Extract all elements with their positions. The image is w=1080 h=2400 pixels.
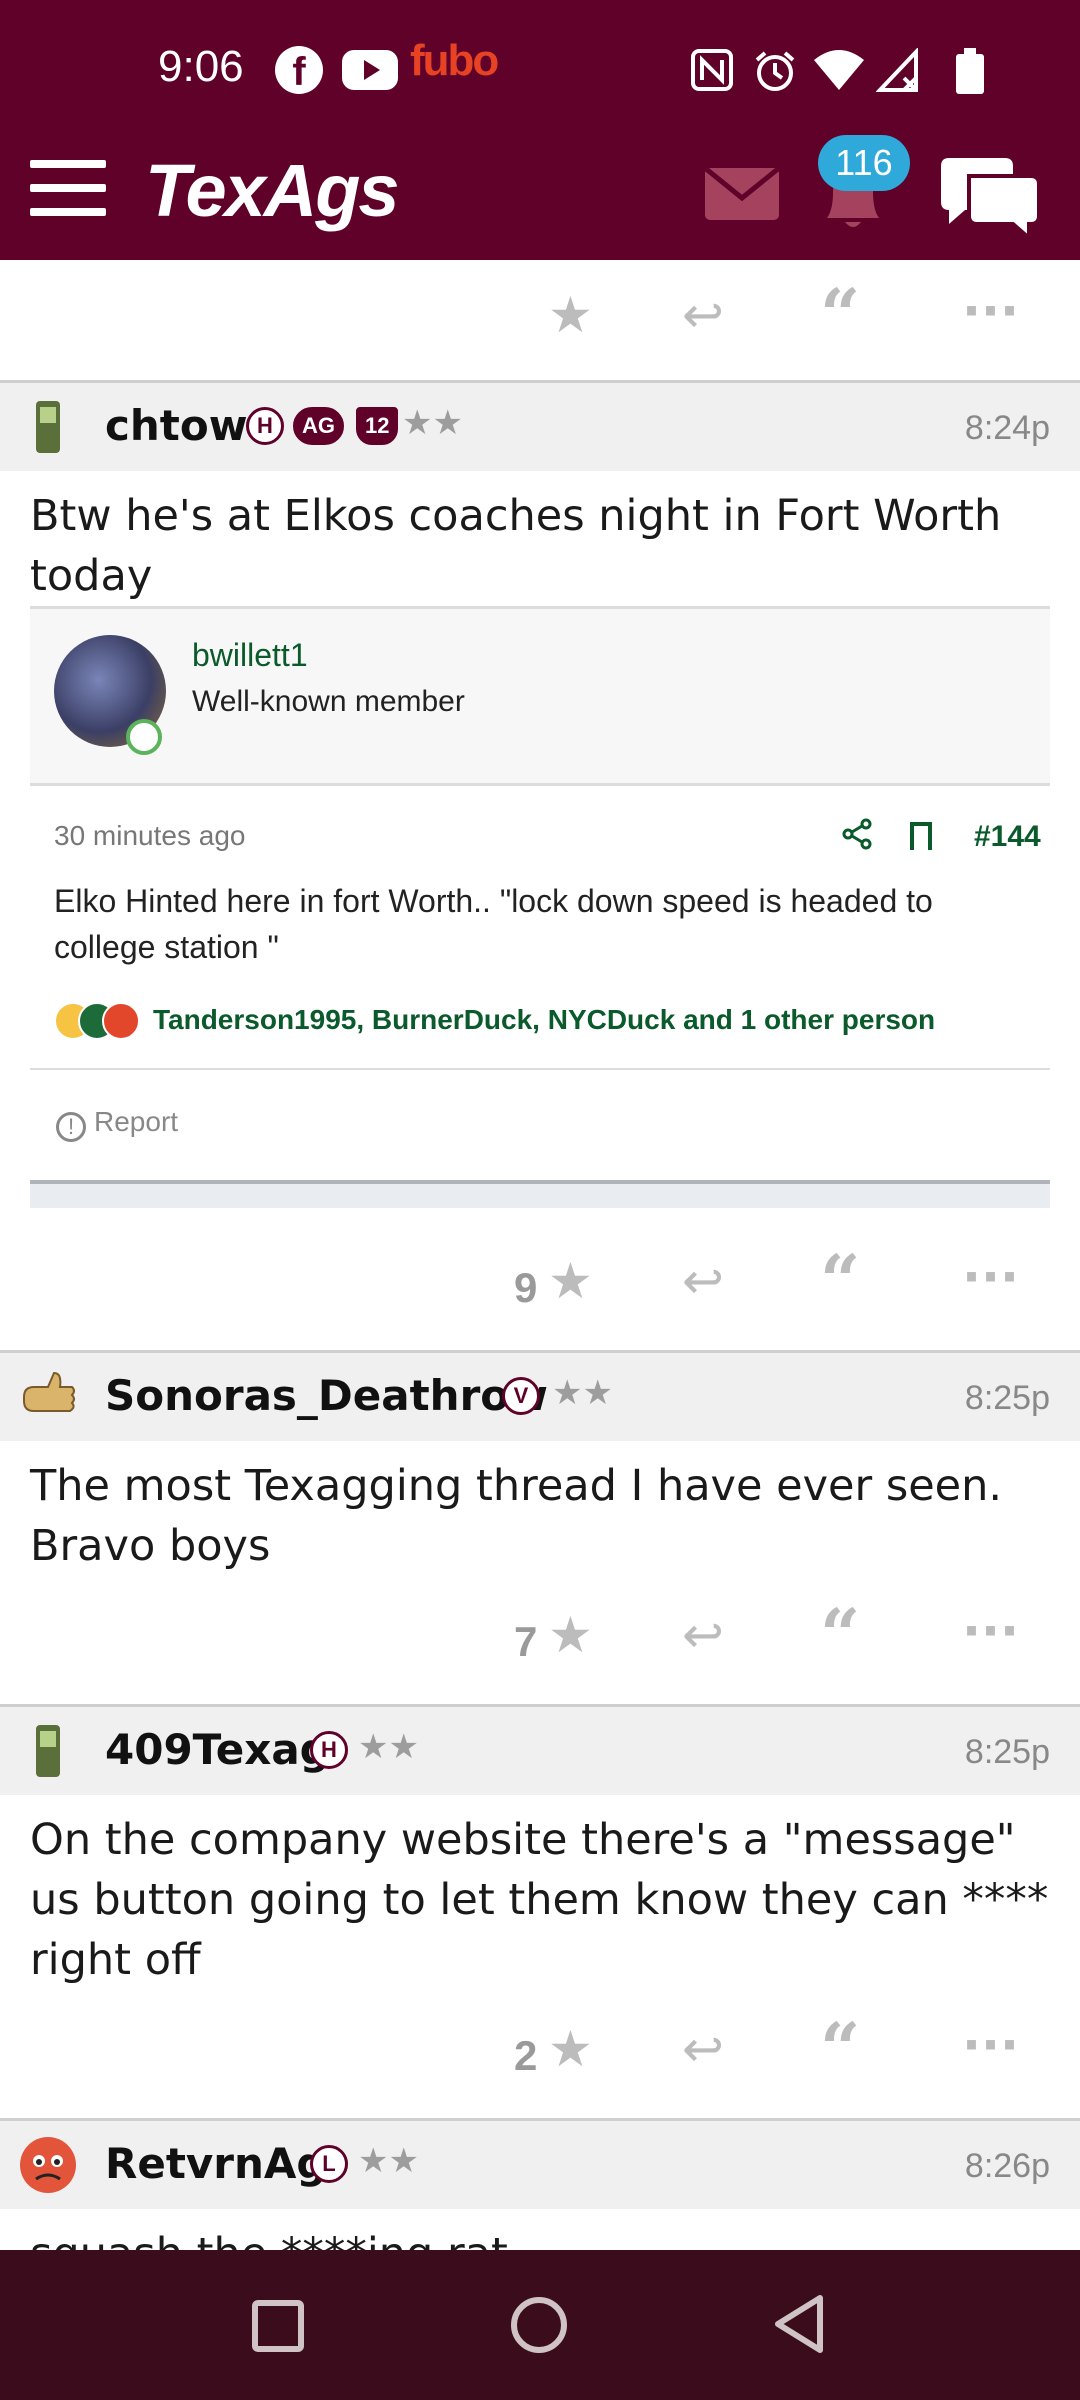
quote-icon[interactable]: “ bbox=[820, 2014, 860, 2084]
post-body: The most Texagging thread I have ever se… bbox=[30, 1461, 1003, 1571]
quote-icon[interactable]: “ bbox=[820, 1246, 860, 1316]
embed-text: Elko Hinted here in fort Worth.. "lock d… bbox=[54, 883, 933, 965]
reply-icon[interactable]: ↩ bbox=[682, 1256, 724, 1306]
facebook-icon: f bbox=[275, 46, 323, 94]
post-time: 8:25p bbox=[964, 1379, 1050, 1417]
username[interactable]: Sonoras_Deathrow bbox=[105, 1371, 548, 1420]
online-status-icon bbox=[126, 719, 162, 755]
embedded-quote[interactable]: bwillett1 Well-known member 30 minutes a… bbox=[30, 606, 1050, 1208]
embed-footer bbox=[30, 1180, 1050, 1208]
star-icon[interactable]: ★ bbox=[548, 1256, 593, 1306]
embed-user-role: Well-known member bbox=[192, 685, 465, 718]
embed-time: 30 minutes ago bbox=[54, 820, 246, 851]
star-count: 2 bbox=[514, 2032, 538, 2079]
user-stars: ★★ bbox=[402, 403, 463, 443]
user-avatar[interactable] bbox=[18, 1721, 78, 1781]
texags-logo[interactable]: TexAgs bbox=[145, 148, 400, 233]
embed-username[interactable]: bwillett1 bbox=[192, 637, 308, 674]
mail-icon[interactable] bbox=[705, 168, 779, 220]
user-stars: ★★ bbox=[358, 2141, 419, 2181]
nfc-icon bbox=[691, 49, 733, 91]
reply-icon[interactable]: ↩ bbox=[682, 1610, 724, 1660]
chat-icon[interactable] bbox=[935, 150, 1045, 240]
signal-icon bbox=[876, 48, 918, 92]
more-icon[interactable]: ··· bbox=[962, 2020, 1019, 2070]
share-icon[interactable] bbox=[842, 818, 872, 850]
back-button[interactable] bbox=[770, 2294, 830, 2354]
badge-l: L bbox=[310, 2145, 348, 2183]
embed-author: bwillett1 Well-known member bbox=[30, 606, 1050, 786]
badge-v: V bbox=[502, 1377, 540, 1415]
thread-content: ★ ↩ “ ··· chtow H AG 12 ★★ 8:24p Btw he'… bbox=[0, 260, 1080, 2250]
user-stars: ★★ bbox=[358, 1727, 419, 1767]
alarm-icon bbox=[755, 51, 795, 91]
post-actions: 2 ★ ↩ “ ··· bbox=[0, 1988, 1080, 2098]
badge-h: H bbox=[246, 407, 284, 445]
reaction-users[interactable]: Tanderson1995, BurnerDuck, NYCDuck and 1… bbox=[153, 1004, 935, 1036]
reaction-icons[interactable] bbox=[54, 1002, 154, 1042]
quote-icon[interactable]: “ bbox=[820, 1600, 860, 1670]
status-time: 9:06 bbox=[158, 42, 244, 91]
badge-h: H bbox=[310, 1731, 348, 1769]
notifications-badge[interactable]: 116 bbox=[818, 135, 910, 191]
badge-ag: AG bbox=[293, 407, 344, 445]
angry-reaction-icon bbox=[102, 1002, 140, 1040]
user-avatar[interactable] bbox=[18, 1367, 78, 1427]
embed-post-number[interactable]: #144 bbox=[974, 820, 1041, 854]
post-time: 8:26p bbox=[964, 2147, 1050, 2185]
recents-button[interactable] bbox=[252, 2300, 304, 2352]
post-header: chtow H AG 12 ★★ 8:24p bbox=[0, 383, 1080, 471]
username[interactable]: RetvrnAg bbox=[105, 2139, 326, 2188]
user-stars: ★★ bbox=[552, 1373, 613, 1413]
youtube-icon bbox=[342, 50, 398, 90]
more-icon[interactable]: ··· bbox=[962, 1606, 1019, 1656]
battery-icon bbox=[956, 48, 984, 94]
home-button[interactable] bbox=[511, 2297, 567, 2353]
post-actions: ★ ↩ “ ··· bbox=[0, 260, 1080, 370]
post-actions: 9 ★ ↩ “ ··· bbox=[0, 1220, 1080, 1330]
wifi-icon bbox=[814, 50, 864, 90]
post-body: Btw he's at Elkos coaches night in Fort … bbox=[30, 491, 1002, 601]
username[interactable]: 409Texag bbox=[105, 1725, 330, 1774]
post-time: 8:24p bbox=[964, 409, 1050, 447]
more-icon[interactable]: ··· bbox=[962, 286, 1019, 336]
star-count: 7 bbox=[514, 1618, 538, 1665]
post-body: squash the ****ing rat bbox=[30, 2224, 1060, 2250]
system-nav-bar bbox=[0, 2250, 1080, 2400]
reply-icon[interactable]: ↩ bbox=[682, 2024, 724, 2074]
user-avatar[interactable] bbox=[18, 397, 78, 457]
menu-icon[interactable] bbox=[30, 160, 106, 220]
post-header: RetvrnAg L ★★ 8:26p bbox=[0, 2121, 1080, 2209]
badge-class-year: 12 bbox=[356, 407, 399, 445]
post-actions: 7 ★ ↩ “ ··· bbox=[0, 1574, 1080, 1684]
report-label: Report bbox=[94, 1106, 179, 1137]
reply-icon[interactable]: ↩ bbox=[682, 290, 724, 340]
star-icon[interactable]: ★ bbox=[548, 2024, 593, 2074]
star-icon[interactable]: ★ bbox=[548, 1610, 593, 1660]
more-icon[interactable]: ··· bbox=[962, 1252, 1019, 1302]
post-body: On the company website there's a "messag… bbox=[30, 1815, 1049, 1985]
quote-icon[interactable]: “ bbox=[820, 280, 860, 350]
post-header: Sonoras_Deathrow V ★★ 8:25p bbox=[0, 1353, 1080, 1441]
embed-separator bbox=[30, 1068, 1050, 1070]
report-icon: ! bbox=[56, 1112, 86, 1142]
fubo-icon: fubo bbox=[410, 36, 499, 85]
app-header: TexAgs 116 bbox=[0, 135, 1080, 260]
report-link[interactable]: ! Report bbox=[56, 1106, 178, 1142]
username[interactable]: chtow bbox=[105, 401, 248, 450]
bookmark-icon[interactable] bbox=[910, 822, 932, 850]
status-bar: 9:06 f fubo bbox=[0, 0, 1080, 140]
app-top-bar: 9:06 f fubo TexAgs 116 bbox=[0, 0, 1080, 260]
user-avatar[interactable] bbox=[18, 2135, 78, 2195]
post-header: 409Texag H ★★ 8:25p bbox=[0, 1707, 1080, 1795]
post-time: 8:25p bbox=[964, 1733, 1050, 1771]
star-count: 9 bbox=[514, 1264, 538, 1311]
star-icon[interactable]: ★ bbox=[548, 290, 593, 340]
